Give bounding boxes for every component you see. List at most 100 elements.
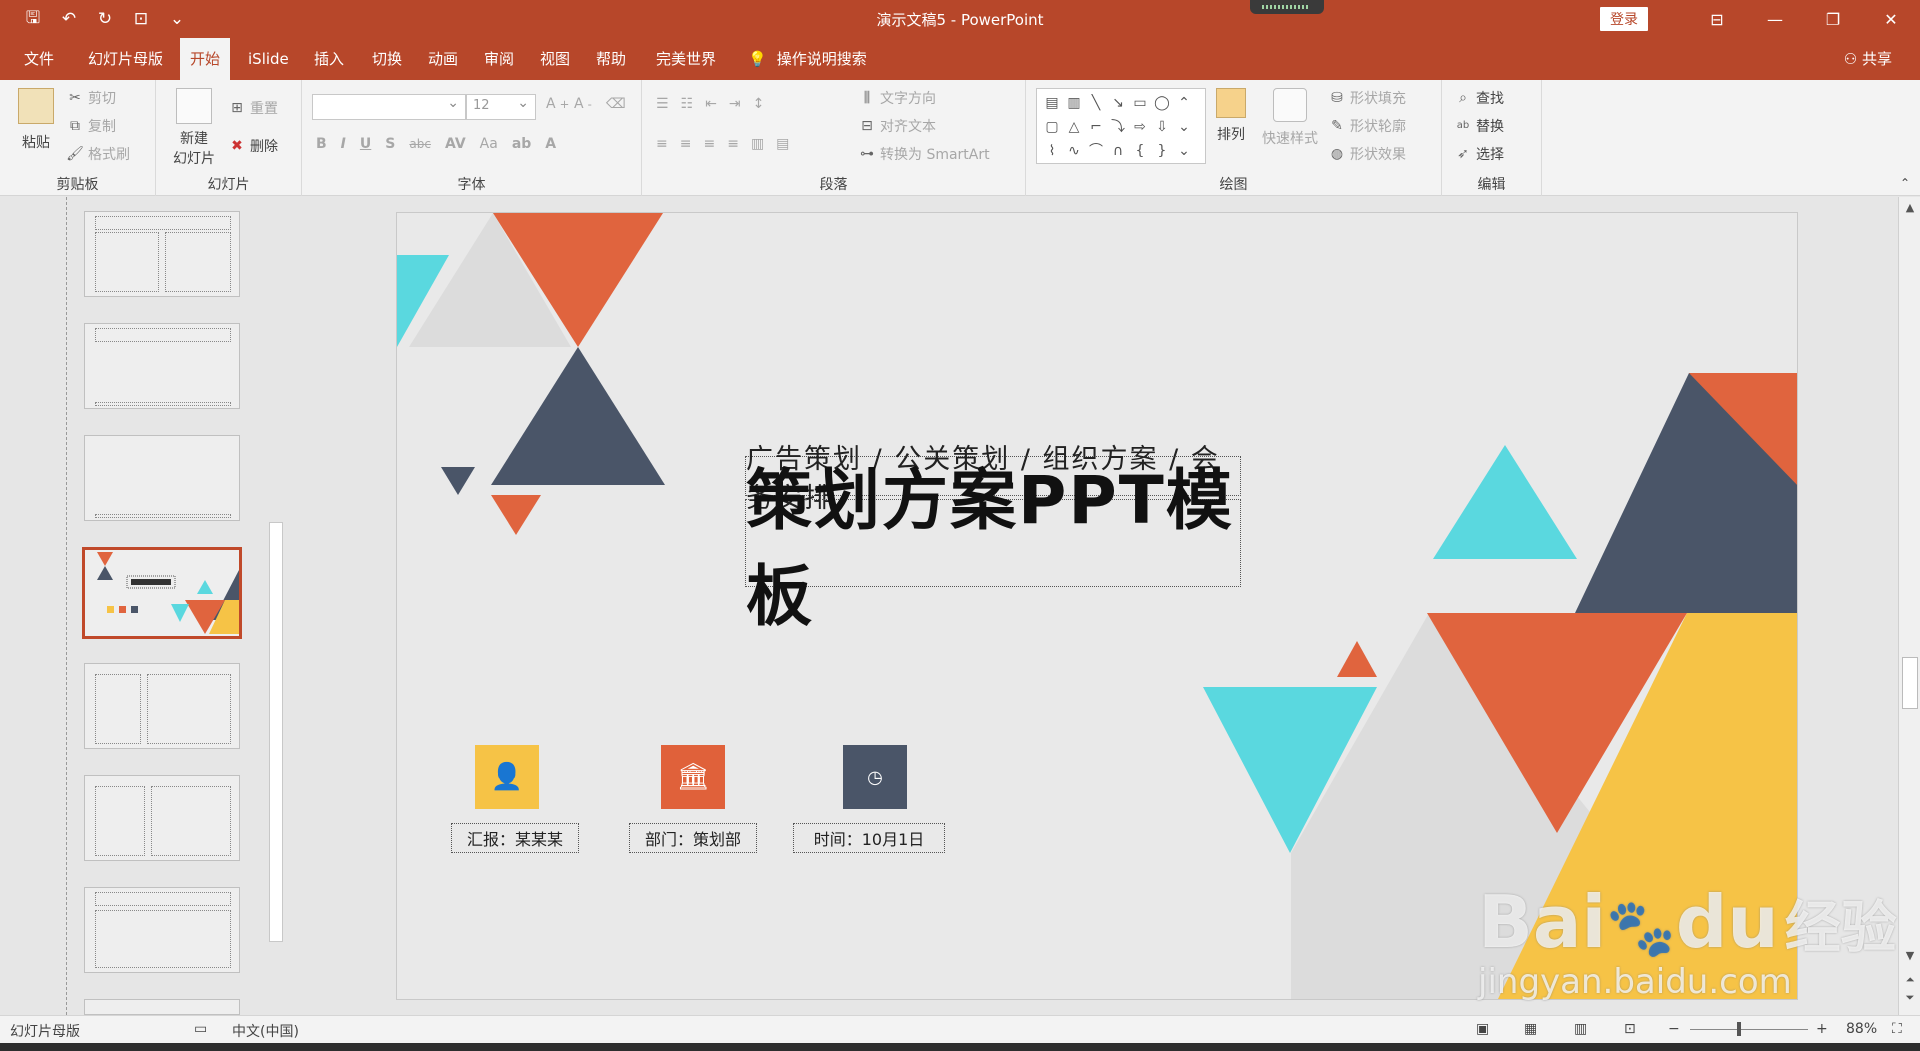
slide-scroll-thumb[interactable] <box>1902 657 1918 709</box>
font-group-label: 字体 <box>457 177 486 193</box>
cut-button[interactable]: ✂ 剪切 <box>66 88 116 108</box>
scroll-up-arrow-icon[interactable]: ▲ <box>1899 201 1920 214</box>
help-search[interactable]: 💡 操作说明搜索 <box>748 38 867 80</box>
decrease-indent-icon[interactable]: ⇤ <box>705 96 717 112</box>
tab-islide[interactable]: iSlide <box>238 38 299 80</box>
thumbnail-slide-7[interactable] <box>84 887 240 973</box>
thumbnail-slide-4-selected[interactable] <box>82 547 242 639</box>
collapse-ribbon-icon[interactable]: ⌃ <box>1900 176 1910 190</box>
new-slide-button[interactable]: 新建 幻灯片 <box>166 88 222 168</box>
tab-help[interactable]: 帮助 <box>586 38 636 80</box>
reset-button[interactable]: ⊞ 重置 <box>228 98 278 118</box>
thumbnail-scroll-thumb[interactable] <box>269 522 283 942</box>
user-icon: 👤 <box>475 745 539 809</box>
bullets-icon[interactable]: ☰ <box>656 96 669 112</box>
person-icon: ⚇ <box>1843 50 1862 68</box>
italic-button[interactable]: I <box>341 136 346 152</box>
tab-animations[interactable]: 动画 <box>418 38 468 80</box>
increase-font-button[interactable]: A + <box>546 96 569 112</box>
zoom-in-icon[interactable]: + <box>1816 1021 1828 1037</box>
tab-home[interactable]: 开始 <box>180 38 231 80</box>
columns-icon[interactable]: ▤ <box>776 136 789 152</box>
font-size-combo[interactable]: 12 <box>466 94 536 120</box>
justify-icon[interactable]: ≡ <box>727 136 739 152</box>
slide-thumbnail-panel <box>0 197 290 1015</box>
thumbnail-slide-5[interactable] <box>84 663 240 749</box>
language-label[interactable]: 中文(中国) <box>232 1021 299 1041</box>
zoom-slider[interactable] <box>1690 1029 1808 1030</box>
font-color-icon[interactable]: A <box>545 136 556 152</box>
share-button[interactable]: ⚇ 共享 <box>1844 38 1892 80</box>
info-date[interactable]: 时间：10月1日 <box>793 823 945 853</box>
reading-view-icon[interactable]: ▥ <box>1574 1021 1587 1037</box>
scroll-down-arrow-icon[interactable]: ▼ <box>1899 949 1920 962</box>
align-left-icon[interactable]: ≡ <box>656 136 668 152</box>
underline-button[interactable]: U <box>360 136 371 152</box>
copy-button[interactable]: ⧉ 复制 <box>66 116 116 136</box>
decrease-font-button[interactable]: A- <box>574 96 592 112</box>
increase-indent-icon[interactable]: ⇥ <box>729 96 741 112</box>
tab-transitions[interactable]: 切换 <box>362 38 412 80</box>
shadow-button[interactable]: S <box>385 136 395 152</box>
delete-slide-button[interactable]: ✖ 删除 <box>228 136 278 156</box>
align-text-button[interactable]: ⊟ 对齐文本 <box>858 116 936 136</box>
align-center-icon[interactable]: ≡ <box>680 136 692 152</box>
shape-effects-button[interactable]: ◍ 形状效果 <box>1328 144 1406 164</box>
tab-insert[interactable]: 插入 <box>304 38 354 80</box>
info-department[interactable]: 部门：策划部 <box>629 823 757 853</box>
line-spacing-icon[interactable]: ↕ <box>753 96 765 112</box>
distribute-icon[interactable]: ▥ <box>751 136 764 152</box>
slide-title[interactable]: 策划方案PPT模板 <box>745 462 1241 635</box>
slide-scrollbar[interactable]: ▲ ▼ ⏶ ⏷ <box>1898 197 1920 1015</box>
thumbnail-scrollbar[interactable] <box>266 202 286 1012</box>
align-right-icon[interactable]: ≡ <box>703 136 715 152</box>
tab-view[interactable]: 视图 <box>530 38 580 80</box>
elbow-icon: ⌐ <box>1090 119 1102 135</box>
change-case-button[interactable]: Aa <box>480 136 498 152</box>
login-button[interactable]: 登录 <box>1600 7 1648 31</box>
clear-formatting-icon[interactable]: ⌫ <box>606 96 626 112</box>
strikethrough-button[interactable]: abc <box>409 137 431 151</box>
previous-slide-icon[interactable]: ⏶ <box>1899 973 1920 987</box>
tab-file[interactable]: 文件 <box>14 38 64 80</box>
font-name-combo[interactable] <box>312 94 466 120</box>
text-direction-button[interactable]: ⫼ 文字方向 <box>858 88 936 108</box>
format-painter-button[interactable]: 🖌 格式刷 <box>66 144 130 164</box>
next-slide-icon[interactable]: ⏷ <box>1899 991 1920 1005</box>
slide-sorter-icon[interactable]: ▦ <box>1524 1021 1537 1037</box>
select-button[interactable]: ➶ 选择 <box>1454 144 1504 164</box>
shape-outline-button[interactable]: ✎ 形状轮廓 <box>1328 116 1406 136</box>
find-button[interactable]: ⌕ 查找 <box>1454 88 1504 108</box>
paste-button[interactable]: 粘贴 <box>14 88 58 152</box>
zoom-level[interactable]: 88% <box>1846 1021 1877 1037</box>
smartart-button[interactable]: ⊶ 转换为 SmartArt <box>858 144 990 164</box>
normal-view-icon[interactable]: ▣ <box>1476 1021 1489 1037</box>
thumbnail-slide-6[interactable] <box>84 775 240 861</box>
shapes-gallery[interactable]: ▤ ▥ ╲ ↘ ▭ ◯ ⌃ ▢ △ ⌐ ⤵ ⇨ ⇩ ⌄ ⌇ ∿ ⌒ ∩ {} ⌄ <box>1036 88 1206 164</box>
numbering-icon[interactable]: ☷ <box>681 96 694 112</box>
zoom-slider-knob[interactable] <box>1737 1022 1741 1036</box>
thumbnail-slide-8[interactable] <box>84 999 240 1015</box>
close-icon[interactable]: ✕ <box>1862 0 1920 38</box>
highlight-icon[interactable]: ab <box>512 136 531 152</box>
replace-button[interactable]: ab 替换 <box>1454 116 1504 136</box>
restore-icon[interactable]: ❐ <box>1804 0 1862 38</box>
tab-review[interactable]: 审阅 <box>474 38 524 80</box>
tab-slide-master[interactable]: 幻灯片母版 <box>78 38 173 80</box>
ribbon-display-icon[interactable]: ⊟ <box>1688 0 1746 38</box>
minimize-icon[interactable]: — <box>1746 0 1804 38</box>
shape-fill-button[interactable]: ⛁ 形状填充 <box>1328 88 1406 108</box>
info-reporter[interactable]: 汇报：某某某 <box>451 823 579 853</box>
thumbnail-slide-3[interactable] <box>84 435 240 521</box>
spacing-button[interactable]: AV <box>445 136 466 152</box>
thumbnail-slide-2[interactable] <box>84 323 240 409</box>
notes-icon[interactable]: ▭ <box>194 1021 207 1037</box>
slideshow-icon[interactable]: ⊡ <box>1624 1021 1636 1037</box>
thumbnail-slide-1[interactable] <box>84 211 240 297</box>
tab-perfect-world[interactable]: 完美世界 <box>646 38 726 80</box>
arrange-button[interactable]: 排列 <box>1216 88 1246 144</box>
fit-to-window-icon[interactable]: ⛶ <box>1892 1021 1902 1037</box>
quick-styles-button[interactable]: 快速样式 <box>1262 88 1318 148</box>
zoom-out-icon[interactable]: − <box>1668 1021 1680 1037</box>
bold-button[interactable]: B <box>316 136 327 152</box>
